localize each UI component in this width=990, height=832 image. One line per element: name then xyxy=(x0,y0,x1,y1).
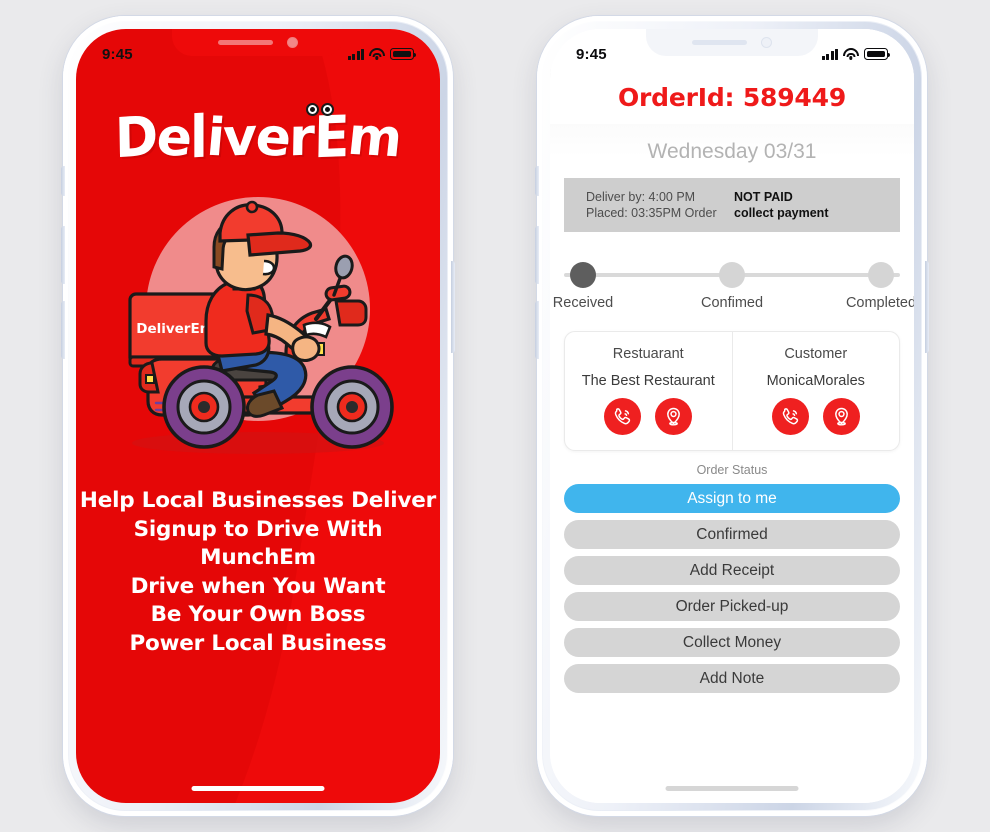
location-pin-icon xyxy=(834,407,848,426)
stepper-label: Completed xyxy=(845,295,914,311)
tagline-line-1: Help Local Businesses Deliver xyxy=(79,488,437,513)
order-progress-stepper: Received Confimed Completed xyxy=(553,261,914,313)
order-action-buttons: Assign to me Confirmed Add Receipt Order… xyxy=(564,484,900,693)
wifi-icon xyxy=(369,48,385,60)
tagline-line-2: Signup to Drive With MunchEm xyxy=(133,516,383,571)
call-customer-button[interactable] xyxy=(771,398,809,435)
stepper-dot xyxy=(719,262,745,288)
volume-down-button[interactable] xyxy=(535,301,539,359)
cellular-signal-icon xyxy=(347,48,364,60)
volume-up-button[interactable] xyxy=(535,226,539,284)
tagline-line-4: Be Your Own Boss xyxy=(150,602,366,628)
order-detail-screen: OrderId: 589449 Wednesday 03/31 Deliver … xyxy=(550,29,914,803)
contact-card-customer: Customer MonicaMorales xyxy=(731,332,900,450)
contact-card-restaurant: Restuarant The Best Restaurant xyxy=(565,332,732,450)
silent-switch[interactable] xyxy=(535,166,539,196)
stepper-label: Received xyxy=(552,295,614,311)
contact-role-label: Restuarant xyxy=(612,346,684,362)
confirmed-button[interactable]: Confirmed xyxy=(564,520,900,549)
status-bar-time: 9:45 xyxy=(102,45,133,63)
map-customer-button[interactable] xyxy=(822,398,860,435)
contact-name: The Best Restaurant xyxy=(581,373,715,389)
delivery-scooter-rider-illustration: DeliverEm xyxy=(108,191,408,463)
map-restaurant-button[interactable] xyxy=(655,398,693,435)
phone-device-right: OrderId: 589449 Wednesday 03/31 Deliver … xyxy=(535,16,929,816)
power-button[interactable] xyxy=(451,261,455,353)
app-logo-text: DeliverEm xyxy=(114,104,405,172)
delivery-info-bar: Deliver by: 4:00 PM Placed: 03:35PM Orde… xyxy=(564,178,900,232)
phone-device-left: DeliverEm DeliverEm Help Local Businesse… xyxy=(61,16,455,816)
googly-eyes-icon xyxy=(306,103,335,116)
screen-right: OrderId: 589449 Wednesday 03/31 Deliver … xyxy=(550,29,914,803)
add-receipt-button[interactable]: Add Receipt xyxy=(564,556,900,585)
order-status-label: Order Status xyxy=(696,463,768,477)
home-indicator-right[interactable] xyxy=(665,786,799,791)
call-restaurant-button[interactable] xyxy=(604,398,642,435)
tagline-line-3: Drive when You Want xyxy=(130,573,386,599)
order-placed-time: Placed: 03:35PM Order xyxy=(586,206,717,220)
payment-status-badge: NOT PAID xyxy=(734,190,793,204)
contact-cards: Restuarant The Best Restaurant Customer … xyxy=(564,331,900,451)
stepper-label: Confimed xyxy=(700,295,764,311)
earpiece-speaker xyxy=(218,40,273,45)
tagline-block: Help Local Businesses Deliver Signup to … xyxy=(76,487,440,659)
power-button[interactable] xyxy=(925,261,929,353)
add-note-button[interactable]: Add Note xyxy=(564,664,900,693)
contact-name: MonicaMorales xyxy=(766,373,865,389)
stepper-step-confirmed[interactable]: Confimed xyxy=(701,261,763,313)
splash-screen: DeliverEm DeliverEm Help Local Businesse… xyxy=(76,29,440,803)
order-picked-up-button[interactable]: Order Picked-up xyxy=(564,592,900,621)
app-logo: DeliverEm xyxy=(114,101,405,175)
assign-to-me-button[interactable]: Assign to me xyxy=(564,484,900,513)
stepper-dot xyxy=(868,262,894,288)
phone-ring-icon xyxy=(615,408,631,425)
battery-icon xyxy=(864,48,890,60)
order-date: Wednesday 03/31 xyxy=(550,124,914,178)
phone-ring-icon xyxy=(782,408,798,425)
cellular-signal-icon xyxy=(821,48,838,60)
wifi-icon xyxy=(843,48,859,60)
volume-down-button[interactable] xyxy=(61,301,65,359)
payment-action-note: collect payment xyxy=(734,206,829,220)
phone-mockup-stage: DeliverEm DeliverEm Help Local Businesse… xyxy=(0,0,990,832)
contact-role-label: Customer xyxy=(784,346,848,362)
stepper-step-received[interactable]: Received xyxy=(553,261,613,313)
front-camera-icon xyxy=(761,37,772,48)
tagline-line-5: Power Local Business xyxy=(129,630,387,656)
volume-up-button[interactable] xyxy=(61,226,65,284)
collect-money-button[interactable]: Collect Money xyxy=(564,628,900,657)
stepper-step-completed[interactable]: Completed xyxy=(846,261,914,313)
screen-left: DeliverEm DeliverEm Help Local Businesse… xyxy=(76,29,440,803)
battery-icon xyxy=(390,48,416,60)
earpiece-speaker xyxy=(692,40,747,45)
order-id-title: OrderId: 589449 xyxy=(617,83,847,112)
status-bar-time: 9:45 xyxy=(576,45,607,63)
home-indicator-left[interactable] xyxy=(191,786,325,791)
stepper-dot xyxy=(570,262,596,288)
front-camera-icon xyxy=(287,37,298,48)
silent-switch[interactable] xyxy=(61,166,65,196)
location-pin-icon xyxy=(667,407,681,426)
deliver-by-time: Deliver by: 4:00 PM xyxy=(586,190,696,204)
device-notch-right xyxy=(646,29,818,56)
device-notch-left xyxy=(172,29,344,56)
svg-text:DeliverEm: DeliverEm xyxy=(136,321,214,337)
